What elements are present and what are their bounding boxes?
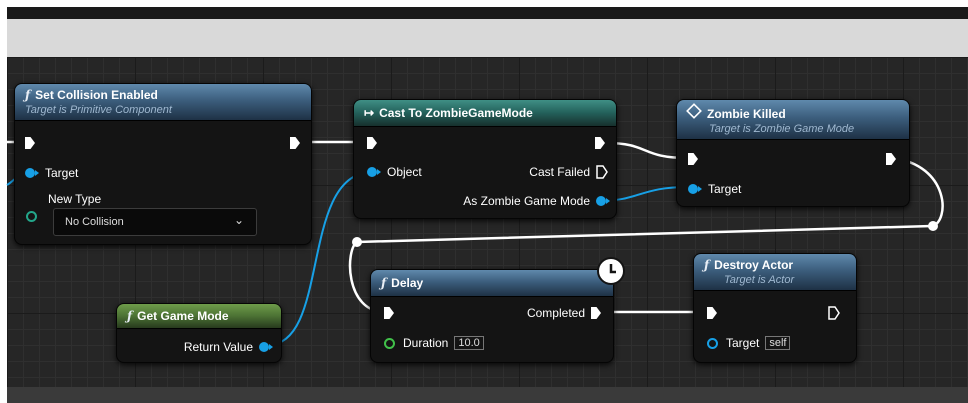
object-label: Object xyxy=(387,165,422,179)
delay-node[interactable]: ƒ Delay Completed Duration 10.0 xyxy=(370,269,614,363)
target-pin[interactable] xyxy=(25,168,39,178)
target-pin[interactable] xyxy=(707,337,718,349)
node-header: ƒ Destroy Actor Target is Actor xyxy=(694,254,856,291)
exec-in-pin[interactable] xyxy=(384,307,394,319)
node-header: ↦ Cast To ZombieGameMode xyxy=(354,100,616,127)
as-zombie-game-mode-pin[interactable] xyxy=(596,196,610,206)
exec-in-pin[interactable] xyxy=(707,307,717,319)
node-subtitle: Target is Actor xyxy=(724,274,795,286)
exec-out-pin[interactable] xyxy=(828,306,840,320)
target-label: Target xyxy=(45,166,79,180)
target-self-input[interactable]: self xyxy=(765,336,791,350)
function-icon: ƒ xyxy=(127,309,133,323)
node-subtitle: Target is Zombie Game Mode xyxy=(709,123,855,135)
clock-icon xyxy=(597,257,625,285)
completed-label: Completed xyxy=(526,306,585,320)
exec-in-pin[interactable] xyxy=(25,137,35,149)
new-type-label: New Type xyxy=(48,192,102,206)
exec-in-pin[interactable] xyxy=(367,137,377,149)
editor-bottom-bar xyxy=(7,387,968,403)
completed-exec-pin[interactable] xyxy=(591,307,601,319)
return-value-pin[interactable] xyxy=(259,342,273,352)
function-icon: ƒ xyxy=(25,88,31,102)
node-title: Set Collision Enabled xyxy=(35,88,158,102)
node-header: ƒ Set Collision Enabled Target is Primiti… xyxy=(15,84,311,121)
node-title: Delay xyxy=(391,276,424,290)
cast-failed-exec-pin[interactable] xyxy=(596,165,608,179)
node-title: Get Game Mode xyxy=(137,309,229,323)
set-collision-enabled-node[interactable]: ƒ Set Collision Enabled Target is Primiti… xyxy=(14,83,312,245)
target-pin[interactable] xyxy=(688,184,702,194)
function-icon: ƒ xyxy=(381,276,387,290)
as-zombie-game-mode-label: As Zombie Game Mode xyxy=(463,194,590,208)
target-label: Target xyxy=(708,182,742,196)
duration-pin[interactable] xyxy=(384,337,395,349)
dropdown-value: No Collision xyxy=(65,216,124,228)
diamond-icon xyxy=(686,103,702,119)
exec-out-pin[interactable] xyxy=(595,137,605,149)
destroy-actor-node[interactable]: ƒ Destroy Actor Target is Actor Target sel… xyxy=(693,253,857,363)
exec-out-pin[interactable] xyxy=(886,153,896,165)
cast-to-zombie-game-mode-node[interactable]: ↦ Cast To ZombieGameMode Object Cast Fail… xyxy=(353,99,617,219)
node-title: Cast To ZombieGameMode xyxy=(379,106,533,120)
cast-icon: ↦ xyxy=(364,106,375,120)
new-type-dropdown[interactable]: No Collision ⌄ xyxy=(53,208,257,236)
return-value-label: Return Value xyxy=(183,340,253,354)
editor-toolbar-panel xyxy=(7,19,968,57)
function-icon: ƒ xyxy=(704,258,710,272)
zombie-killed-node[interactable]: Zombie Killed Target is Zombie Game Mode… xyxy=(676,99,910,207)
chevron-down-icon: ⌄ xyxy=(233,213,244,227)
editor-top-bar xyxy=(7,7,968,19)
cast-failed-label: Cast Failed xyxy=(529,165,590,179)
new-type-pin[interactable] xyxy=(26,211,37,222)
duration-input[interactable]: 10.0 xyxy=(454,336,484,350)
exec-in-pin[interactable] xyxy=(688,153,698,165)
node-header: Zombie Killed Target is Zombie Game Mode xyxy=(677,100,909,140)
duration-label: Duration xyxy=(403,336,449,350)
node-subtitle: Target is Primitive Component xyxy=(25,104,172,116)
target-label: Target xyxy=(726,336,760,350)
get-game-mode-node[interactable]: ƒ Get Game Mode Return Value xyxy=(116,303,282,363)
node-title: Destroy Actor xyxy=(714,258,794,272)
node-header: ƒ Delay xyxy=(371,270,613,297)
object-pin[interactable] xyxy=(367,167,381,177)
node-header: ƒ Get Game Mode xyxy=(117,304,281,329)
node-title: Zombie Killed xyxy=(707,107,786,121)
exec-out-pin[interactable] xyxy=(290,137,300,149)
